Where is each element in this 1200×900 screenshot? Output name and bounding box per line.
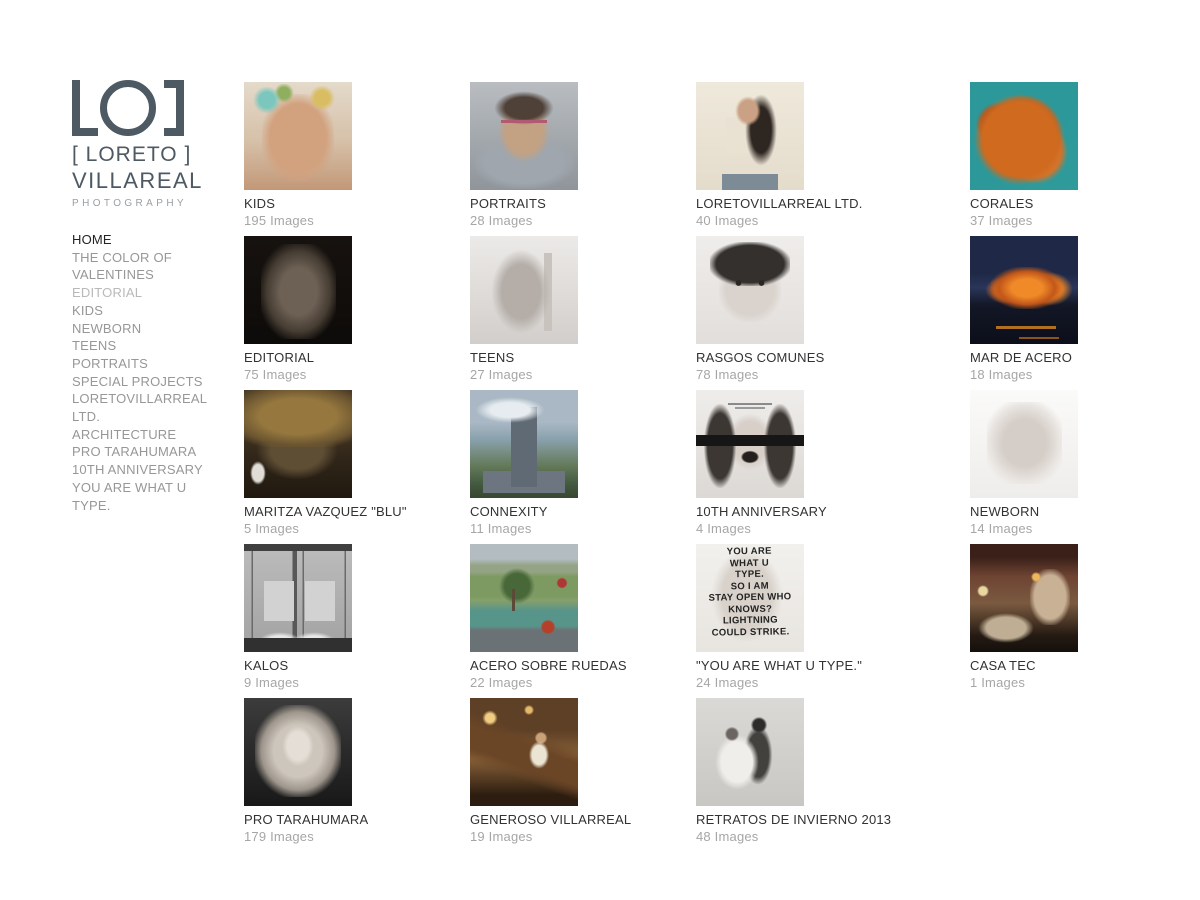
gallery-item-acero-sobre-ruedas: ACERO SOBRE RUEDAS 22 Images (470, 544, 696, 690)
gallery-item-rasgos-comunes: RASGOS COMUNES 78 Images (696, 236, 970, 382)
gallery-thumbnail-generoso-villarreal[interactable] (470, 698, 578, 806)
gallery-title[interactable]: KALOS (244, 659, 470, 673)
nav-item-portraits[interactable]: PORTRAITS (72, 355, 220, 373)
gallery-thumbnail-kalos[interactable] (244, 544, 352, 652)
gallery-thumbnail-mar-de-acero[interactable] (970, 236, 1078, 344)
gallery-title[interactable]: CONNEXITY (470, 505, 696, 519)
gallery-image-count: 1 Images (970, 675, 1026, 690)
gallery-image-count: 75 Images (244, 367, 307, 382)
nav-item-editorial[interactable]: EDITORIAL (72, 284, 220, 302)
nav-item-you-are-what-u-type[interactable]: YOU ARE WHAT U TYPE. (72, 479, 220, 514)
gallery-thumbnail-maritza-vazquez-blu[interactable] (244, 390, 352, 498)
lo-bracket-logo-icon[interactable] (72, 80, 184, 136)
gallery-item-loretovillarreal-ltd: LORETOVILLARREAL LTD. 40 Images (696, 82, 970, 228)
gallery-item-teens: TEENS 27 Images (470, 236, 696, 382)
gallery-item-kids: KIDS 195 Images (244, 82, 470, 228)
brand-name-villareal[interactable]: VILLAREAL (72, 168, 201, 194)
gallery-title[interactable]: PRO TARAHUMARA (244, 813, 470, 827)
gallery-image-count: 78 Images (696, 367, 759, 382)
gallery-title[interactable]: NEWBORN (970, 505, 1200, 519)
gallery-title[interactable]: MARITZA VAZQUEZ "BLU" (244, 505, 470, 519)
gallery-item-10th-anniversary: 10TH ANNIVERSARY 4 Images (696, 390, 970, 536)
gallery-image-count: 28 Images (470, 213, 533, 228)
nav-item-the-color-of-valentines[interactable]: THE COLOR OF VALENTINES (72, 249, 220, 284)
gallery-item-corales: CORALES 37 Images (970, 82, 1200, 228)
nav-item-newborn[interactable]: NEWBORN (72, 320, 220, 338)
gallery-item-editorial: EDITORIAL 75 Images (244, 236, 470, 382)
gallery-thumbnail-teens[interactable] (470, 236, 578, 344)
gallery-image-count: 19 Images (470, 829, 533, 844)
gallery-title[interactable]: TEENS (470, 351, 696, 365)
gallery-thumbnail-pro-tarahumara[interactable] (244, 698, 352, 806)
gallery-title[interactable]: "YOU ARE WHAT U TYPE." (696, 659, 970, 673)
nav-item-kids[interactable]: KIDS (72, 302, 220, 320)
nav-item-loretovillarreal-ltd[interactable]: LORETOVILLARREAL LTD. (72, 390, 220, 425)
gallery-title[interactable]: RETRATOS DE INVIERNO 2013 (696, 813, 970, 827)
gallery-title[interactable]: MAR DE ACERO (970, 351, 1200, 365)
gallery-thumbnail-editorial[interactable] (244, 236, 352, 344)
sidebar-nav: HOME THE COLOR OF VALENTINES EDITORIAL K… (72, 231, 220, 514)
gallery-item-kalos: KALOS 9 Images (244, 544, 470, 690)
gallery-title[interactable]: 10TH ANNIVERSARY (696, 505, 970, 519)
nav-item-pro-tarahumara[interactable]: PRO TARAHUMARA (72, 443, 220, 461)
gallery-image-count: 11 Images (470, 521, 532, 536)
gallery-thumbnail-portraits[interactable] (470, 82, 578, 190)
gallery-image-count: 5 Images (244, 521, 300, 536)
gallery-image-count: 27 Images (470, 367, 533, 382)
gallery-title[interactable]: EDITORIAL (244, 351, 470, 365)
gallery-title[interactable]: ACERO SOBRE RUEDAS (470, 659, 696, 673)
gallery-item-you-are-what-u-type: YOU ARE WHAT U TYPE. SO I AM STAY OPEN W… (696, 544, 970, 690)
handwritten-quote-text: YOU ARE WHAT U TYPE. SO I AM STAY OPEN W… (708, 545, 792, 639)
gallery-image-count: 48 Images (696, 829, 759, 844)
gallery-grid: KIDS 195 Images PORTRAITS 28 Images LORE… (244, 82, 1200, 844)
gallery-thumbnail-newborn[interactable] (970, 390, 1078, 498)
gallery-image-count: 40 Images (696, 213, 759, 228)
brand-name-loreto[interactable]: [ LORETO ] (72, 143, 190, 167)
gallery-item-casa-tec: CASA TEC 1 Images (970, 544, 1200, 690)
gallery-item-connexity: CONNEXITY 11 Images (470, 390, 696, 536)
gallery-item-retratos-de-invierno-2013: RETRATOS DE INVIERNO 2013 48 Images (696, 698, 970, 844)
gallery-title[interactable]: PORTRAITS (470, 197, 696, 211)
gallery-thumbnail-connexity[interactable] (470, 390, 578, 498)
nav-item-special-projects[interactable]: SPECIAL PROJECTS (72, 373, 220, 391)
gallery-image-count: 18 Images (970, 367, 1033, 382)
brand-block: [ LORETO ] VILLAREAL PHOTOGRAPHY (72, 80, 201, 209)
gallery-thumbnail-casa-tec[interactable] (970, 544, 1078, 652)
gallery-thumbnail-you-are-what-u-type[interactable]: YOU ARE WHAT U TYPE. SO I AM STAY OPEN W… (696, 544, 804, 652)
gallery-title[interactable]: CORALES (970, 197, 1200, 211)
brand-tagline-photography: PHOTOGRAPHY (72, 198, 188, 209)
gallery-item-mar-de-acero: MAR DE ACERO 18 Images (970, 236, 1200, 382)
gallery-image-count: 14 Images (970, 521, 1033, 536)
gallery-item-newborn: NEWBORN 14 Images (970, 390, 1200, 536)
gallery-title[interactable]: GENEROSO VILLARREAL (470, 813, 696, 827)
gallery-item-portraits: PORTRAITS 28 Images (470, 82, 696, 228)
gallery-title[interactable]: KIDS (244, 197, 470, 211)
gallery-image-count: 195 Images (244, 213, 314, 228)
gallery-thumbnail-retratos-de-invierno-2013[interactable] (696, 698, 804, 806)
gallery-thumbnail-loretovillarreal-ltd[interactable] (696, 82, 804, 190)
gallery-thumbnail-10th-anniversary[interactable] (696, 390, 804, 498)
gallery-title[interactable]: CASA TEC (970, 659, 1200, 673)
nav-item-teens[interactable]: TEENS (72, 337, 220, 355)
gallery-image-count: 9 Images (244, 675, 300, 690)
gallery-image-count: 37 Images (970, 213, 1033, 228)
gallery-item-maritza-vazquez-blu: MARITZA VAZQUEZ "BLU" 5 Images (244, 390, 470, 536)
gallery-thumbnail-rasgos-comunes[interactable] (696, 236, 804, 344)
gallery-item-generoso-villarreal: GENEROSO VILLARREAL 19 Images (470, 698, 696, 844)
gallery-title[interactable]: RASGOS COMUNES (696, 351, 970, 365)
gallery-image-count: 24 Images (696, 675, 759, 690)
gallery-thumbnail-corales[interactable] (970, 82, 1078, 190)
gallery-item-pro-tarahumara: PRO TARAHUMARA 179 Images (244, 698, 470, 844)
nav-item-home[interactable]: HOME (72, 231, 220, 249)
gallery-image-count: 4 Images (696, 521, 752, 536)
nav-item-10th-anniversary[interactable]: 10TH ANNIVERSARY (72, 461, 220, 479)
portfolio-page: [ LORETO ] VILLAREAL PHOTOGRAPHY HOME TH… (0, 0, 1200, 900)
gallery-thumbnail-kids[interactable] (244, 82, 352, 190)
gallery-thumbnail-acero-sobre-ruedas[interactable] (470, 544, 578, 652)
gallery-image-count: 22 Images (470, 675, 533, 690)
gallery-title[interactable]: LORETOVILLARREAL LTD. (696, 197, 970, 211)
nav-item-architecture[interactable]: ARCHITECTURE (72, 426, 220, 444)
gallery-image-count: 179 Images (244, 829, 314, 844)
